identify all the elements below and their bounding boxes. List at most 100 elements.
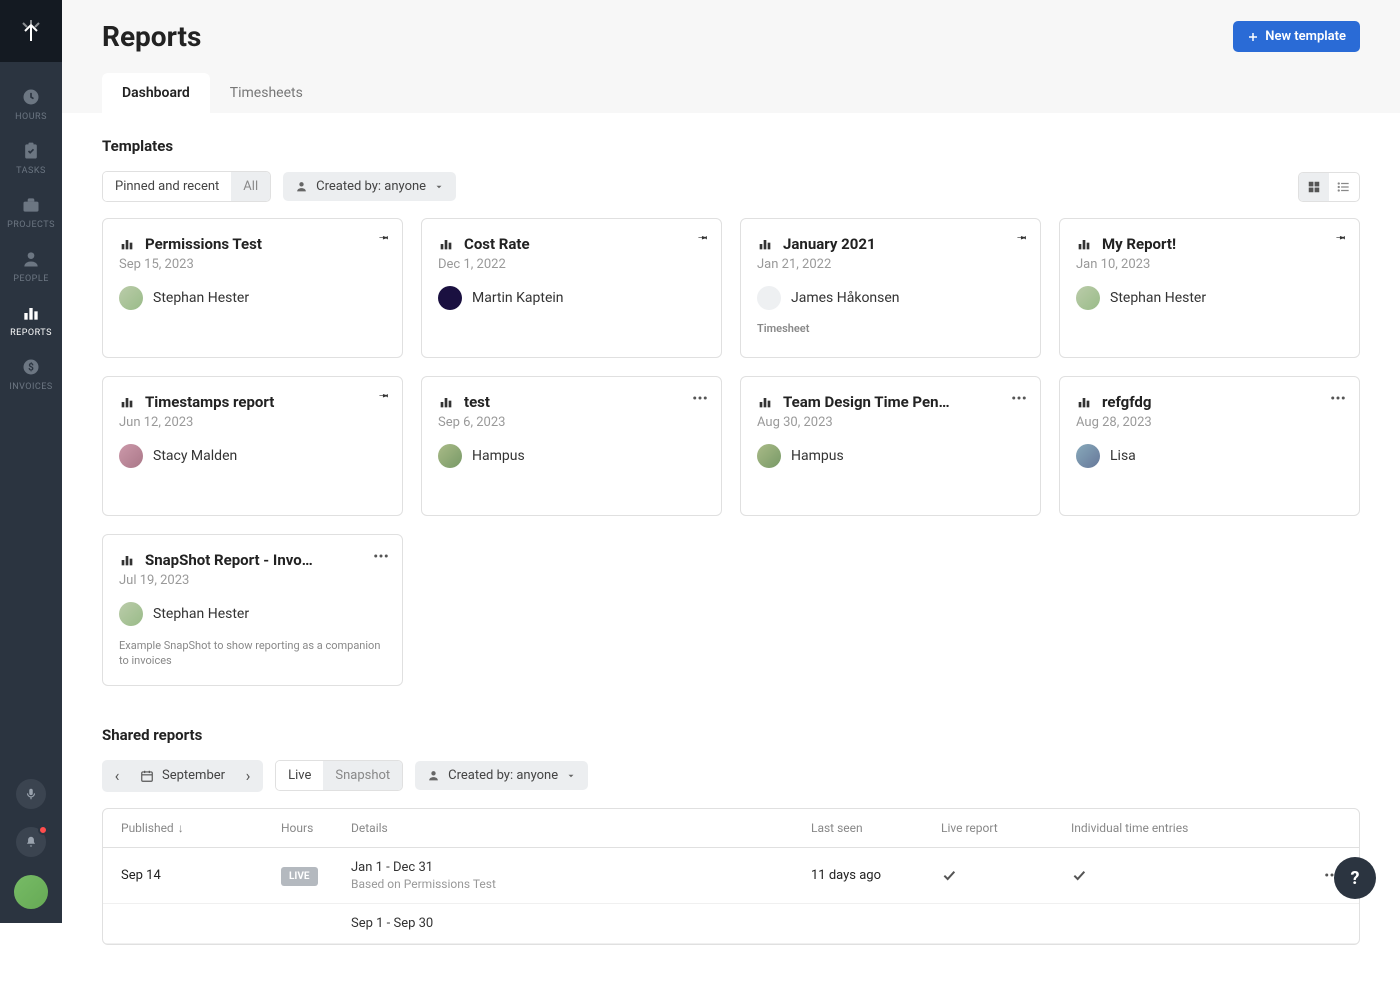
card-author: Stephan Hester: [153, 606, 249, 622]
card-date: Sep 15, 2023: [119, 257, 386, 272]
bar-chart-icon: [1076, 394, 1092, 410]
col-details[interactable]: Details: [351, 821, 801, 835]
clipboard-icon: [20, 140, 42, 162]
shared-filter-created-by[interactable]: Created by: anyone: [415, 761, 588, 790]
details-range: Sep 1 - Sep 30: [351, 916, 801, 931]
card-title: Cost Rate: [464, 235, 530, 253]
pin-icon[interactable]: [1016, 231, 1028, 243]
template-card[interactable]: My Report! Jan 10, 2023 Stephan Hester: [1059, 218, 1360, 358]
col-hours[interactable]: Hours: [281, 821, 341, 835]
card-author: Hampus: [791, 448, 844, 464]
card-date: Aug 28, 2023: [1076, 415, 1343, 430]
segment-live[interactable]: Live: [276, 761, 323, 790]
template-card[interactable]: Timestamps report Jun 12, 2023 Stacy Mal…: [102, 376, 403, 516]
clock-icon: [20, 86, 42, 108]
card-date: Jun 12, 2023: [119, 415, 386, 430]
card-author: Stephan Hester: [153, 290, 249, 306]
person-icon: [20, 248, 42, 270]
grid-view-button[interactable]: [1299, 173, 1329, 201]
card-more-button[interactable]: [372, 547, 390, 565]
template-card[interactable]: refgfdg Aug 28, 2023 Lisa: [1059, 376, 1360, 516]
template-card[interactable]: Permissions Test Sep 15, 2023 Stephan He…: [102, 218, 403, 358]
nav-people[interactable]: People: [0, 238, 62, 292]
card-date: Aug 30, 2023: [757, 415, 1024, 430]
card-more-button[interactable]: [691, 389, 709, 407]
col-individual[interactable]: Individual time entries: [1071, 821, 1271, 835]
bar-chart-icon: [119, 552, 135, 568]
card-author: Martin Kaptein: [472, 290, 564, 306]
card-title: refgfdg: [1102, 393, 1151, 411]
nav-tasks[interactable]: Tasks: [0, 130, 62, 184]
pin-icon[interactable]: [378, 389, 390, 401]
details-range: Jan 1 - Dec 31: [351, 860, 801, 875]
nav-reports[interactable]: Reports: [0, 292, 62, 346]
card-title: SnapShot Report - Invo…: [145, 551, 313, 569]
new-template-button[interactable]: New template: [1233, 21, 1360, 52]
month-label[interactable]: September: [162, 768, 225, 783]
filter-all[interactable]: All: [231, 172, 270, 201]
tab-timesheets[interactable]: Timesheets: [210, 73, 323, 113]
notification-dot-icon: [38, 825, 48, 835]
bar-chart-icon: [757, 236, 773, 252]
month-prev-button[interactable]: ‹: [102, 760, 132, 792]
filter-pinned-recent[interactable]: Pinned and recent: [103, 172, 231, 201]
pin-icon[interactable]: [1335, 231, 1347, 243]
live-badge: LIVE: [281, 867, 318, 886]
template-card[interactable]: Team Design Time Pen… Aug 30, 2023 Hampu…: [740, 376, 1041, 516]
new-template-label: New template: [1265, 29, 1346, 44]
main-area: Reports New template Dashboard Timesheet…: [62, 0, 1400, 923]
table-row[interactable]: Sep 14 LIVE Jan 1 - Dec 31 Based on Perm…: [103, 848, 1359, 904]
segment-snapshot[interactable]: Snapshot: [323, 761, 402, 790]
month-next-button[interactable]: ›: [233, 760, 263, 792]
left-sidebar: Hours Tasks Projects People Reports $ In…: [0, 0, 62, 923]
bar-chart-icon: [757, 394, 773, 410]
filter-created-by[interactable]: Created by: anyone: [283, 172, 456, 201]
help-button[interactable]: ?: [1334, 857, 1376, 899]
template-card[interactable]: Cost Rate Dec 1, 2022 Martin Kaptein: [421, 218, 722, 358]
template-card[interactable]: test Sep 6, 2023 Hampus: [421, 376, 722, 516]
card-date: Jan 21, 2022: [757, 257, 1024, 272]
template-card[interactable]: SnapShot Report - Invo… Jul 19, 2023 Ste…: [102, 534, 403, 686]
nav-label: Hours: [15, 112, 47, 122]
current-user-avatar[interactable]: [14, 875, 48, 909]
notifications-button[interactable]: [16, 827, 46, 857]
user-avatar-icon: [757, 286, 781, 310]
nav-label: Invoices: [9, 382, 53, 392]
card-title: Permissions Test: [145, 235, 262, 253]
table-header: Published ↓ Hours Details Last seen Live…: [103, 809, 1359, 848]
chevron-down-icon: [434, 182, 444, 192]
card-author: James Håkonsen: [791, 290, 900, 306]
card-more-button[interactable]: [1010, 389, 1028, 407]
template-card[interactable]: January 2021 Jan 21, 2022 James Håkonsen…: [740, 218, 1041, 358]
shared-reports-table: Published ↓ Hours Details Last seen Live…: [102, 808, 1360, 945]
bar-chart-icon: [438, 236, 454, 252]
pin-icon[interactable]: [697, 231, 709, 243]
month-picker: ‹ September ›: [102, 760, 263, 792]
cell-hours: LIVE: [281, 868, 341, 883]
bar-chart-icon: [119, 236, 135, 252]
card-more-button[interactable]: [1329, 389, 1347, 407]
bar-chart-icon: [1076, 236, 1092, 252]
col-published[interactable]: Published ↓: [121, 821, 271, 835]
table-row[interactable]: Sep 1 - Sep 30: [103, 904, 1359, 944]
grid-icon: [1307, 180, 1321, 194]
nav-invoices[interactable]: $ Invoices: [0, 346, 62, 400]
plus-icon: [1247, 31, 1259, 43]
app-logo[interactable]: [0, 0, 62, 62]
nav-hours[interactable]: Hours: [0, 76, 62, 130]
list-view-button[interactable]: [1329, 173, 1359, 201]
card-author: Stacy Malden: [153, 448, 237, 464]
created-by-label: Created by: anyone: [316, 179, 426, 194]
user-avatar-icon: [119, 444, 143, 468]
card-author: Stephan Hester: [1110, 290, 1206, 306]
chevron-down-icon: [566, 771, 576, 781]
card-author: Lisa: [1110, 448, 1136, 464]
nav-projects[interactable]: Projects: [0, 184, 62, 238]
card-title: Team Design Time Pen…: [783, 393, 950, 411]
pin-icon[interactable]: [378, 231, 390, 243]
col-live-report[interactable]: Live report: [941, 821, 1061, 835]
tab-dashboard[interactable]: Dashboard: [102, 73, 210, 113]
col-last-seen[interactable]: Last seen: [811, 821, 931, 835]
mic-button[interactable]: [16, 779, 46, 809]
person-icon: [427, 769, 440, 782]
